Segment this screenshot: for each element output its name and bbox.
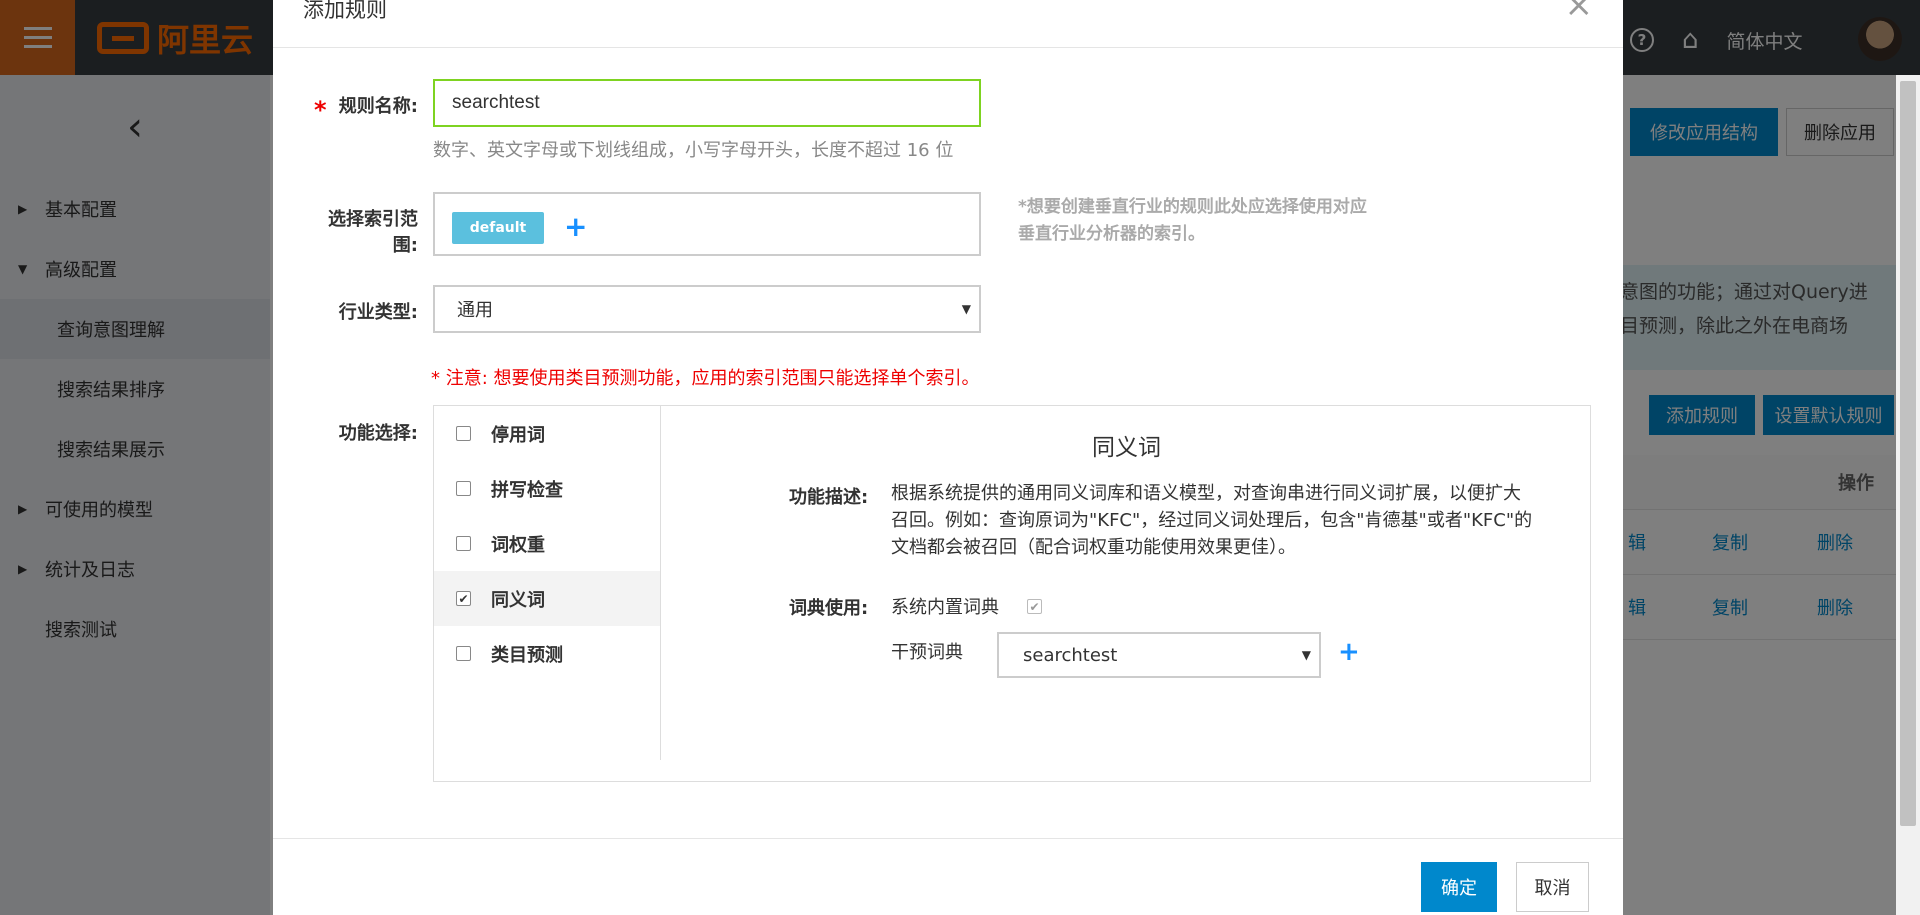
function-panel: 停用词 拼写检查 词权重 同义词 类目预测 同义词 功能描述: 根据系统提供的通…	[433, 405, 1591, 782]
page-scrollbar[interactable]	[1896, 75, 1920, 915]
index-warning: * 注意: 想要使用类目预测功能，应用的索引范围只能选择单个索引。	[431, 368, 980, 389]
desc-text: 根据系统提供的通用同义词库和语义模型，对查询串进行同义词扩展，以便扩大 召回。例…	[891, 483, 1533, 558]
function-item-stopwords[interactable]: 停用词	[434, 406, 660, 461]
dict-label: 词典使用:	[789, 598, 869, 619]
caret-down-icon: ▼	[1301, 648, 1311, 662]
index-note: *想要创建垂直行业的规则此处应选择使用对应 垂直行业分析器的索引。	[1018, 197, 1367, 244]
modal-title: 添加规则	[303, 0, 387, 22]
cancel-button[interactable]: 取消	[1516, 862, 1589, 912]
add-dict-plus-icon[interactable]: +	[1338, 639, 1360, 665]
caret-down-icon: ▼	[961, 302, 971, 316]
index-range-label: 选择索引范围:	[328, 209, 418, 256]
scrollbar-thumb[interactable]	[1900, 81, 1916, 826]
function-item-spellcheck[interactable]: 拼写检查	[434, 461, 660, 516]
industry-select[interactable]: 通用 ▼	[433, 285, 981, 333]
builtin-dict-checkbox	[1027, 599, 1042, 614]
intervene-dict-select[interactable]: searchtest ▼	[997, 632, 1321, 678]
function-select-label: 功能选择:	[338, 423, 418, 444]
desc-label: 功能描述:	[789, 487, 869, 508]
modal-header: 添加规则 ×	[273, 0, 1623, 48]
add-rule-modal: 添加规则 × * 规则名称: searchtest 数字、英文字母或下划线组成，…	[273, 0, 1623, 915]
close-icon[interactable]: ×	[1565, 0, 1594, 22]
required-mark: *	[314, 96, 327, 124]
index-range-box: default +	[433, 192, 981, 256]
checkbox-checked[interactable]	[456, 591, 471, 606]
checkbox[interactable]	[456, 481, 471, 496]
function-item-synonym[interactable]: 同义词	[434, 571, 660, 626]
function-item-category-predict[interactable]: 类目预测	[434, 626, 660, 681]
intervene-dict-label: 干预词典	[891, 642, 963, 663]
function-item-term-weight[interactable]: 词权重	[434, 516, 660, 571]
rule-name-input[interactable]: searchtest	[433, 79, 981, 127]
checkbox[interactable]	[456, 426, 471, 441]
confirm-button[interactable]: 确定	[1421, 862, 1497, 912]
industry-label: 行业类型:	[338, 302, 418, 323]
function-list: 停用词 拼写检查 词权重 同义词 类目预测	[434, 406, 661, 760]
detail-title: 同义词	[1092, 435, 1161, 461]
builtin-dict-label: 系统内置词典	[891, 597, 999, 618]
rule-name-label: 规则名称:	[338, 96, 418, 117]
add-index-plus-icon[interactable]: +	[564, 213, 587, 241]
checkbox[interactable]	[456, 536, 471, 551]
index-tag-default[interactable]: default	[452, 212, 544, 244]
checkbox[interactable]	[456, 646, 471, 661]
rule-name-hint: 数字、英文字母或下划线组成，小写字母开头，长度不超过 16 位	[433, 140, 954, 161]
